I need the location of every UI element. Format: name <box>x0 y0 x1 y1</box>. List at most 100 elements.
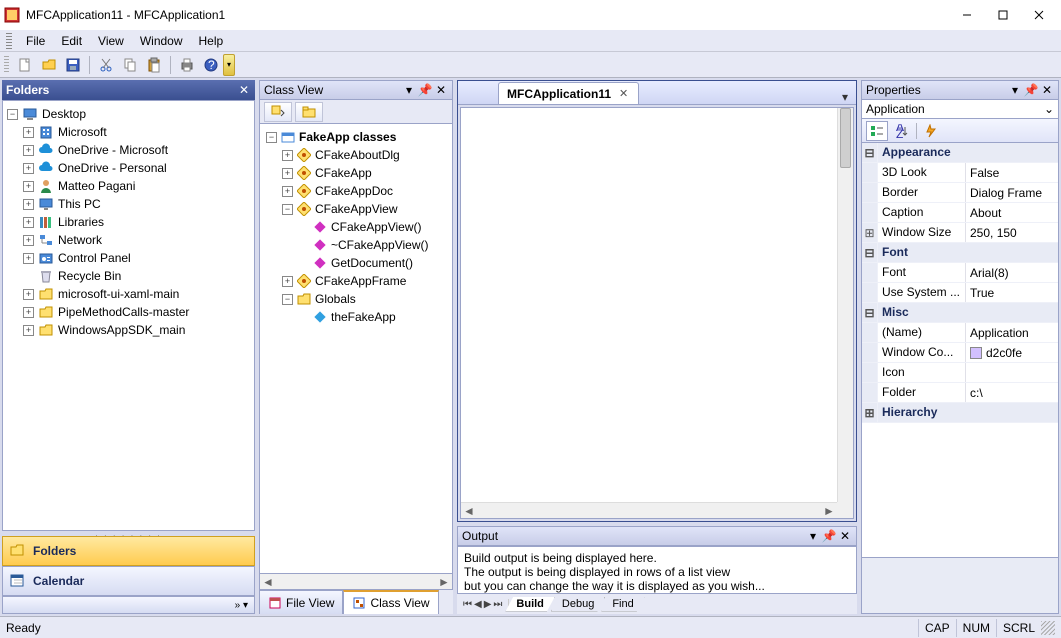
prop-value[interactable]: False <box>966 163 1058 182</box>
doc-tabs-dropdown[interactable]: ▾ <box>840 90 856 104</box>
class-view-tree[interactable]: −FakeApp classes+CFakeAboutDlg+CFakeApp+… <box>260 124 452 330</box>
last-icon[interactable]: ⏭ <box>493 599 502 610</box>
expander[interactable]: − <box>7 109 18 120</box>
paste-button[interactable] <box>143 54 165 76</box>
cv-label[interactable]: ~CFakeAppView() <box>331 238 429 252</box>
open-button[interactable] <box>38 54 60 76</box>
expander[interactable]: + <box>23 253 34 264</box>
prop-value[interactable]: Application <box>966 323 1058 342</box>
next-icon[interactable]: ▶ <box>484 599 492 610</box>
expander[interactable]: ⊞ <box>862 223 878 242</box>
tree-label[interactable]: Control Panel <box>58 251 131 265</box>
prop-value[interactable]: About <box>966 203 1058 222</box>
output-tab-debug[interactable]: Debug <box>551 597 605 612</box>
cv-tab-class-view[interactable]: Class View <box>343 590 438 614</box>
cv-label[interactable]: CFakeApp <box>315 166 372 180</box>
prop-name[interactable]: Caption <box>878 203 966 222</box>
expander[interactable]: + <box>23 199 34 210</box>
tree-label[interactable]: WindowsAppSDK_main <box>58 323 185 337</box>
prop-name[interactable]: Window Size <box>878 223 966 242</box>
tree-label[interactable]: microsoft-ui-xaml-main <box>58 287 179 301</box>
tree-label[interactable]: Network <box>58 233 102 247</box>
doc-hscroll[interactable]: ◄► <box>461 502 837 518</box>
expander[interactable]: ⊟ <box>862 303 878 322</box>
cv-hscroll[interactable]: ◄► <box>259 574 453 590</box>
menu-file[interactable]: File <box>18 32 53 50</box>
nav-folders[interactable]: Folders <box>2 536 255 566</box>
pin-icon[interactable]: 📌 <box>418 83 432 97</box>
cv-label[interactable]: theFakeApp <box>331 310 396 324</box>
cv-label[interactable]: CFakeAppFrame <box>315 274 406 288</box>
prop-category[interactable]: Misc <box>878 303 1058 322</box>
toolbar-grip[interactable] <box>4 56 9 74</box>
close-icon[interactable]: ✕ <box>237 83 251 97</box>
expander[interactable]: + <box>282 150 293 161</box>
prop-events-button[interactable] <box>920 121 942 141</box>
new-button[interactable] <box>14 54 36 76</box>
prop-name[interactable]: Icon <box>878 363 966 382</box>
doc-vscroll[interactable] <box>837 108 853 502</box>
menu-edit[interactable]: Edit <box>53 32 90 50</box>
tree-label[interactable]: Desktop <box>42 107 86 121</box>
prop-name[interactable]: (Name) <box>878 323 966 342</box>
tree-label[interactable]: Matteo Pagani <box>58 179 135 193</box>
cv-label[interactable]: CFakeAppView() <box>331 220 421 234</box>
output-tab-find[interactable]: Find <box>601 597 644 612</box>
expander[interactable]: + <box>23 163 34 174</box>
prop-value[interactable]: d2c0fe <box>966 343 1058 362</box>
tree-label[interactable]: Libraries <box>58 215 104 229</box>
prop-value[interactable] <box>966 363 1058 382</box>
expander[interactable]: + <box>282 276 293 287</box>
expander[interactable]: − <box>282 294 293 305</box>
dropdown-icon[interactable]: ▾ <box>806 529 820 543</box>
prop-value[interactable]: c:\ <box>966 383 1058 402</box>
tree-label[interactable]: This PC <box>58 197 101 211</box>
cv-label[interactable]: GetDocument() <box>331 256 413 270</box>
expander[interactable]: − <box>266 132 277 143</box>
prop-category[interactable]: Appearance <box>878 143 1058 162</box>
tree-label[interactable]: Microsoft <box>58 125 107 139</box>
expander[interactable]: + <box>23 127 34 138</box>
cv-label[interactable]: Globals <box>315 292 356 306</box>
properties-combo[interactable]: Application ⌄ <box>861 99 1059 119</box>
minimize-button[interactable] <box>949 3 985 27</box>
tree-label[interactable]: OneDrive - Personal <box>58 161 167 175</box>
close-button[interactable] <box>1021 3 1057 27</box>
cv-newfolder-button[interactable] <box>295 102 323 122</box>
close-icon[interactable]: ✕ <box>838 529 852 543</box>
resize-grip[interactable] <box>1041 621 1055 635</box>
document-body[interactable]: ◄► <box>460 107 854 519</box>
maximize-button[interactable] <box>985 3 1021 27</box>
help-button[interactable]: ? <box>200 54 222 76</box>
output-tab-build[interactable]: Build <box>505 597 555 612</box>
expander[interactable]: + <box>282 186 293 197</box>
properties-grid[interactable]: ⊟Appearance3D LookFalseBorderDialog Fram… <box>861 143 1059 558</box>
prop-name[interactable]: Use System ... <box>878 283 966 302</box>
expander[interactable]: + <box>23 145 34 156</box>
expander[interactable]: + <box>23 325 34 336</box>
expander[interactable]: + <box>282 168 293 179</box>
expander[interactable]: ⊟ <box>862 143 878 162</box>
pin-icon[interactable]: 📌 <box>1024 83 1038 97</box>
prop-name[interactable]: Window Co... <box>878 343 966 362</box>
expander[interactable]: + <box>23 181 34 192</box>
prev-icon[interactable]: ◀ <box>474 599 482 610</box>
cv-label[interactable]: CFakeAboutDlg <box>315 148 400 162</box>
tree-label[interactable]: Recycle Bin <box>58 269 121 283</box>
expander[interactable]: + <box>23 307 34 318</box>
prop-name[interactable]: 3D Look <box>878 163 966 182</box>
expander[interactable]: ⊞ <box>862 403 878 422</box>
prop-value[interactable]: Dialog Frame <box>966 183 1058 202</box>
pin-icon[interactable]: 📌 <box>822 529 836 543</box>
cv-tab-file-view[interactable]: File View <box>259 590 343 614</box>
expander[interactable]: + <box>23 289 34 300</box>
prop-value[interactable]: True <box>966 283 1058 302</box>
copy-button[interactable] <box>119 54 141 76</box>
print-button[interactable] <box>176 54 198 76</box>
prop-name[interactable]: Font <box>878 263 966 282</box>
cut-button[interactable] <box>95 54 117 76</box>
dropdown-icon[interactable]: ▾ <box>1008 83 1022 97</box>
close-icon[interactable]: ✕ <box>1040 83 1054 97</box>
nav-calendar[interactable]: Calendar <box>2 566 255 596</box>
menu-view[interactable]: View <box>90 32 132 50</box>
